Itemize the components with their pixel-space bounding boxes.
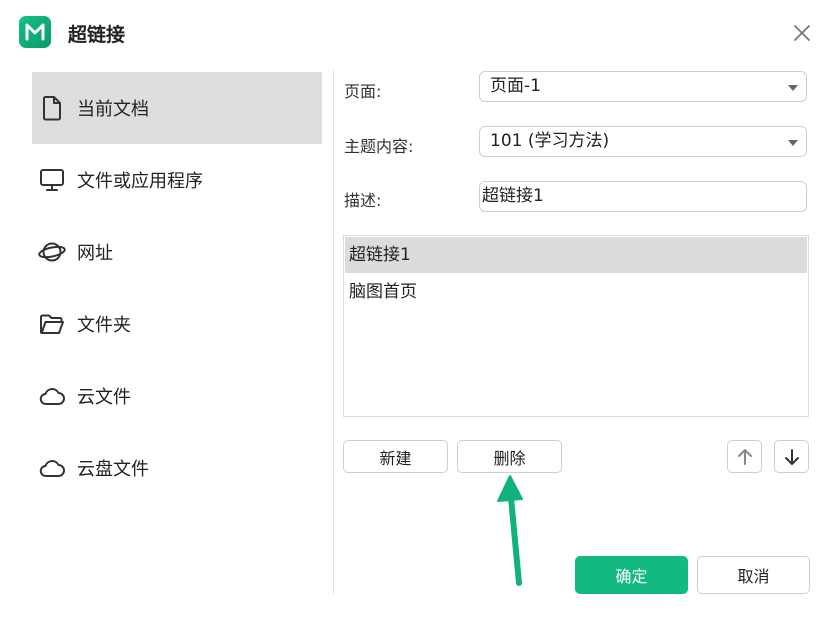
document-icon <box>43 96 61 121</box>
chevron-down-icon <box>788 140 798 146</box>
move-down-button[interactable] <box>774 440 809 473</box>
title-bar: 超链接 <box>0 0 840 66</box>
description-input-value: 超链接1 <box>482 186 544 206</box>
list-item[interactable]: 脑图首页 <box>345 274 807 310</box>
panel-divider <box>333 70 334 594</box>
topic-select-value: 101 (学习方法) <box>490 131 610 151</box>
annotation-arrow-icon <box>497 475 523 586</box>
page-select[interactable]: 页面-1 <box>479 71 807 102</box>
arrow-up-icon <box>737 448 752 465</box>
ok-button[interactable]: 确定 <box>575 556 688 594</box>
sidebar-item-label: 文件夹 <box>77 315 131 336</box>
cloud-icon <box>39 388 65 405</box>
link-type-sidebar: 当前文档 文件或应用程序 网址 文件夹 云文件 云盘文件 <box>32 72 322 504</box>
page-label: 页面: <box>344 82 382 101</box>
page-select-value: 页面-1 <box>490 76 541 96</box>
sidebar-item-folder[interactable]: 文件夹 <box>32 288 322 360</box>
dialog-title: 超链接 <box>68 24 126 46</box>
sidebar-item-label: 云文件 <box>77 387 131 408</box>
sidebar-item-current-document[interactable]: 当前文档 <box>32 72 322 144</box>
sidebar-item-url[interactable]: 网址 <box>32 216 322 288</box>
delete-button[interactable]: 删除 <box>457 440 562 473</box>
sidebar-item-file-or-app[interactable]: 文件或应用程序 <box>32 144 322 216</box>
arrow-down-icon <box>784 448 799 465</box>
topic-label: 主题内容: <box>344 137 414 156</box>
monitor-icon <box>40 169 64 191</box>
globe-icon <box>38 242 66 262</box>
move-up-button[interactable] <box>727 440 762 473</box>
new-button[interactable]: 新建 <box>343 440 448 473</box>
sidebar-item-label: 网址 <box>77 243 113 264</box>
chevron-down-icon <box>788 85 798 91</box>
close-icon[interactable] <box>789 20 815 46</box>
sidebar-item-label: 当前文档 <box>77 99 149 120</box>
topic-select[interactable]: 101 (学习方法) <box>479 126 807 157</box>
sidebar-item-cloud-file[interactable]: 云文件 <box>32 360 322 432</box>
sidebar-item-label: 云盘文件 <box>77 459 149 480</box>
sidebar-item-label: 文件或应用程序 <box>77 171 203 192</box>
description-input[interactable]: 超链接1 <box>479 181 807 212</box>
app-logo-icon <box>19 16 51 48</box>
list-item[interactable]: 超链接1 <box>345 237 807 273</box>
cloud-drive-icon <box>39 460 65 477</box>
sidebar-item-cloud-drive-file[interactable]: 云盘文件 <box>32 432 322 504</box>
folder-icon <box>40 314 64 334</box>
cancel-button[interactable]: 取消 <box>697 556 810 594</box>
description-label: 描述: <box>344 191 382 210</box>
hyperlink-list[interactable]: 超链接1 脑图首页 <box>343 235 809 417</box>
